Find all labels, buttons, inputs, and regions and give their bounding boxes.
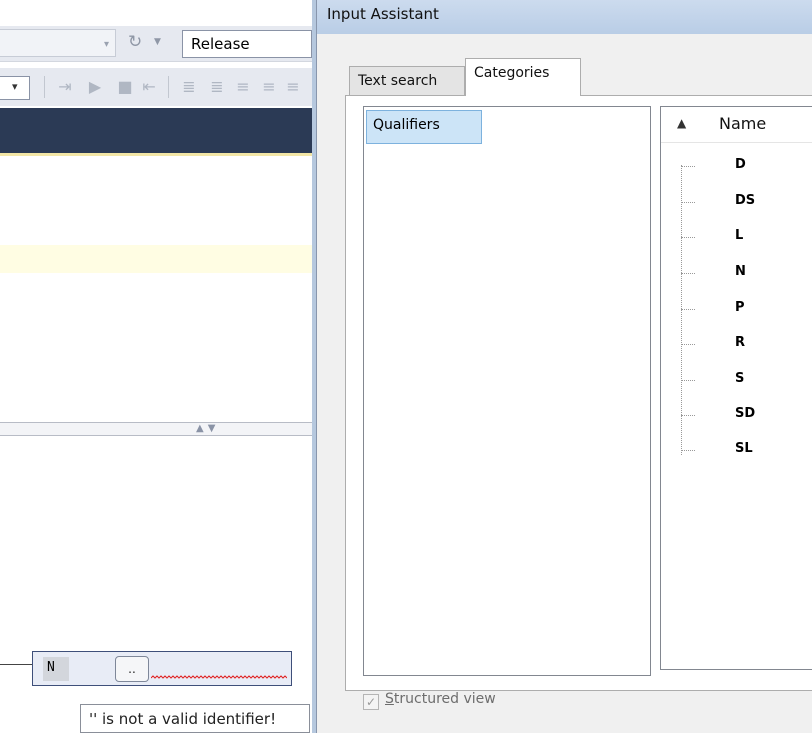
uncomment-icon[interactable]: ≣: [206, 76, 228, 98]
chevron-down-icon[interactable]: ▼: [154, 37, 161, 47]
step-out-icon[interactable]: ⇤: [138, 76, 160, 98]
tree-item-label: N: [735, 264, 746, 279]
tree-branch: [681, 450, 695, 451]
tree-branch: [681, 202, 695, 203]
tree-branch: [681, 166, 695, 167]
tree-item-label: SL: [735, 441, 753, 456]
tree-item-label: SD: [735, 406, 756, 421]
structured-view-accel: S: [385, 691, 394, 707]
step-into-icon[interactable]: ⇥: [54, 76, 76, 98]
name-column-header[interactable]: Name: [719, 114, 766, 133]
editor-header-bar: [0, 108, 312, 156]
tree-item[interactable]: R: [661, 327, 812, 363]
names-tree-list[interactable]: ▲ Name D DS L N P R S SD SL: [660, 106, 812, 670]
indent-icon[interactable]: ≡: [232, 76, 254, 98]
tree-branch: [681, 380, 695, 381]
tree-item[interactable]: P: [661, 292, 812, 328]
tree-item[interactable]: DS: [661, 185, 812, 221]
toolbar-separator: [44, 76, 45, 98]
categories-list[interactable]: Qualifiers: [363, 106, 651, 676]
ide-toolbar-debug: ▾ ⇥ ▶ ■ ⇤ ≣ ≣ ≡ ≡ ≡: [0, 68, 312, 106]
tab-strip: Text search Categories: [317, 56, 812, 96]
checkbox-checked-icon[interactable]: ✓: [363, 694, 379, 710]
tree-item-label: P: [735, 300, 745, 315]
refresh-icon[interactable]: ↻: [128, 32, 142, 52]
structured-view-label: Structured view: [385, 691, 496, 707]
format-icon[interactable]: ≡: [282, 76, 304, 98]
toolbar-separator: [168, 76, 169, 98]
pane-splitter[interactable]: ▲▼: [0, 422, 312, 436]
comment-icon[interactable]: ≣: [178, 76, 200, 98]
current-line-highlight: [0, 245, 312, 273]
dialog-title-bar[interactable]: Input Assistant: [317, 0, 812, 34]
error-squiggle: [151, 675, 287, 679]
tree-item-label: D: [735, 157, 746, 172]
platform-dropdown[interactable]: ▾: [0, 29, 116, 57]
tree-item[interactable]: S: [661, 363, 812, 399]
play-icon[interactable]: ▶: [84, 76, 106, 98]
tab-categories[interactable]: Categories: [465, 58, 581, 96]
name-column-header-row[interactable]: ▲ Name: [661, 107, 812, 143]
category-item-qualifiers[interactable]: Qualifiers: [366, 110, 482, 144]
variable-name-input[interactable]: N: [43, 657, 69, 681]
input-assistant-dialog: Input Assistant Text search Categories Q…: [316, 0, 812, 733]
tree-branch: [681, 237, 695, 238]
tree-item[interactable]: SD: [661, 398, 812, 434]
structured-view-text: tructured view: [393, 691, 496, 707]
variable-edit-cell[interactable]: N ..: [32, 651, 292, 686]
tree-branch: [681, 415, 695, 416]
tree-item-label: L: [735, 228, 744, 243]
tree-item-label: S: [735, 371, 745, 386]
error-tooltip: '' is not a valid identifier!: [80, 704, 310, 733]
connector-line: [0, 664, 34, 665]
ide-background: ▾ ↻ ▼ Release ▾ ⇥ ▶ ■ ⇤ ≣ ≣ ≡ ≡ ≡ ▲▼ N .…: [0, 0, 312, 733]
tree-item[interactable]: D: [661, 149, 812, 185]
dialog-title: Input Assistant: [327, 5, 439, 23]
stop-icon[interactable]: ■: [114, 76, 136, 98]
configuration-dropdown[interactable]: Release: [182, 30, 312, 58]
input-assistant-button[interactable]: ..: [115, 656, 149, 682]
tree-branch: [681, 344, 695, 345]
outdent-icon[interactable]: ≡: [258, 76, 280, 98]
tree-branch: [681, 273, 695, 274]
tree-item-label: DS: [735, 193, 756, 208]
tree-item[interactable]: SL: [661, 433, 812, 469]
sort-ascending-icon[interactable]: ▲: [677, 116, 686, 130]
tree-item-label: R: [735, 335, 746, 350]
categories-tab-panel: Qualifiers ▲ Name D DS L N P R S SD SL: [345, 95, 812, 691]
tree-item[interactable]: N: [661, 256, 812, 292]
toolbar-dropdown[interactable]: ▾: [0, 76, 30, 100]
tab-text-search[interactable]: Text search: [349, 66, 465, 96]
splitter-grip-icon[interactable]: ▲▼: [196, 423, 219, 434]
chevron-down-icon: ▾: [103, 39, 109, 50]
chevron-down-icon: ▾: [12, 80, 18, 93]
tree-item[interactable]: L: [661, 220, 812, 256]
tree-branch: [681, 309, 695, 310]
